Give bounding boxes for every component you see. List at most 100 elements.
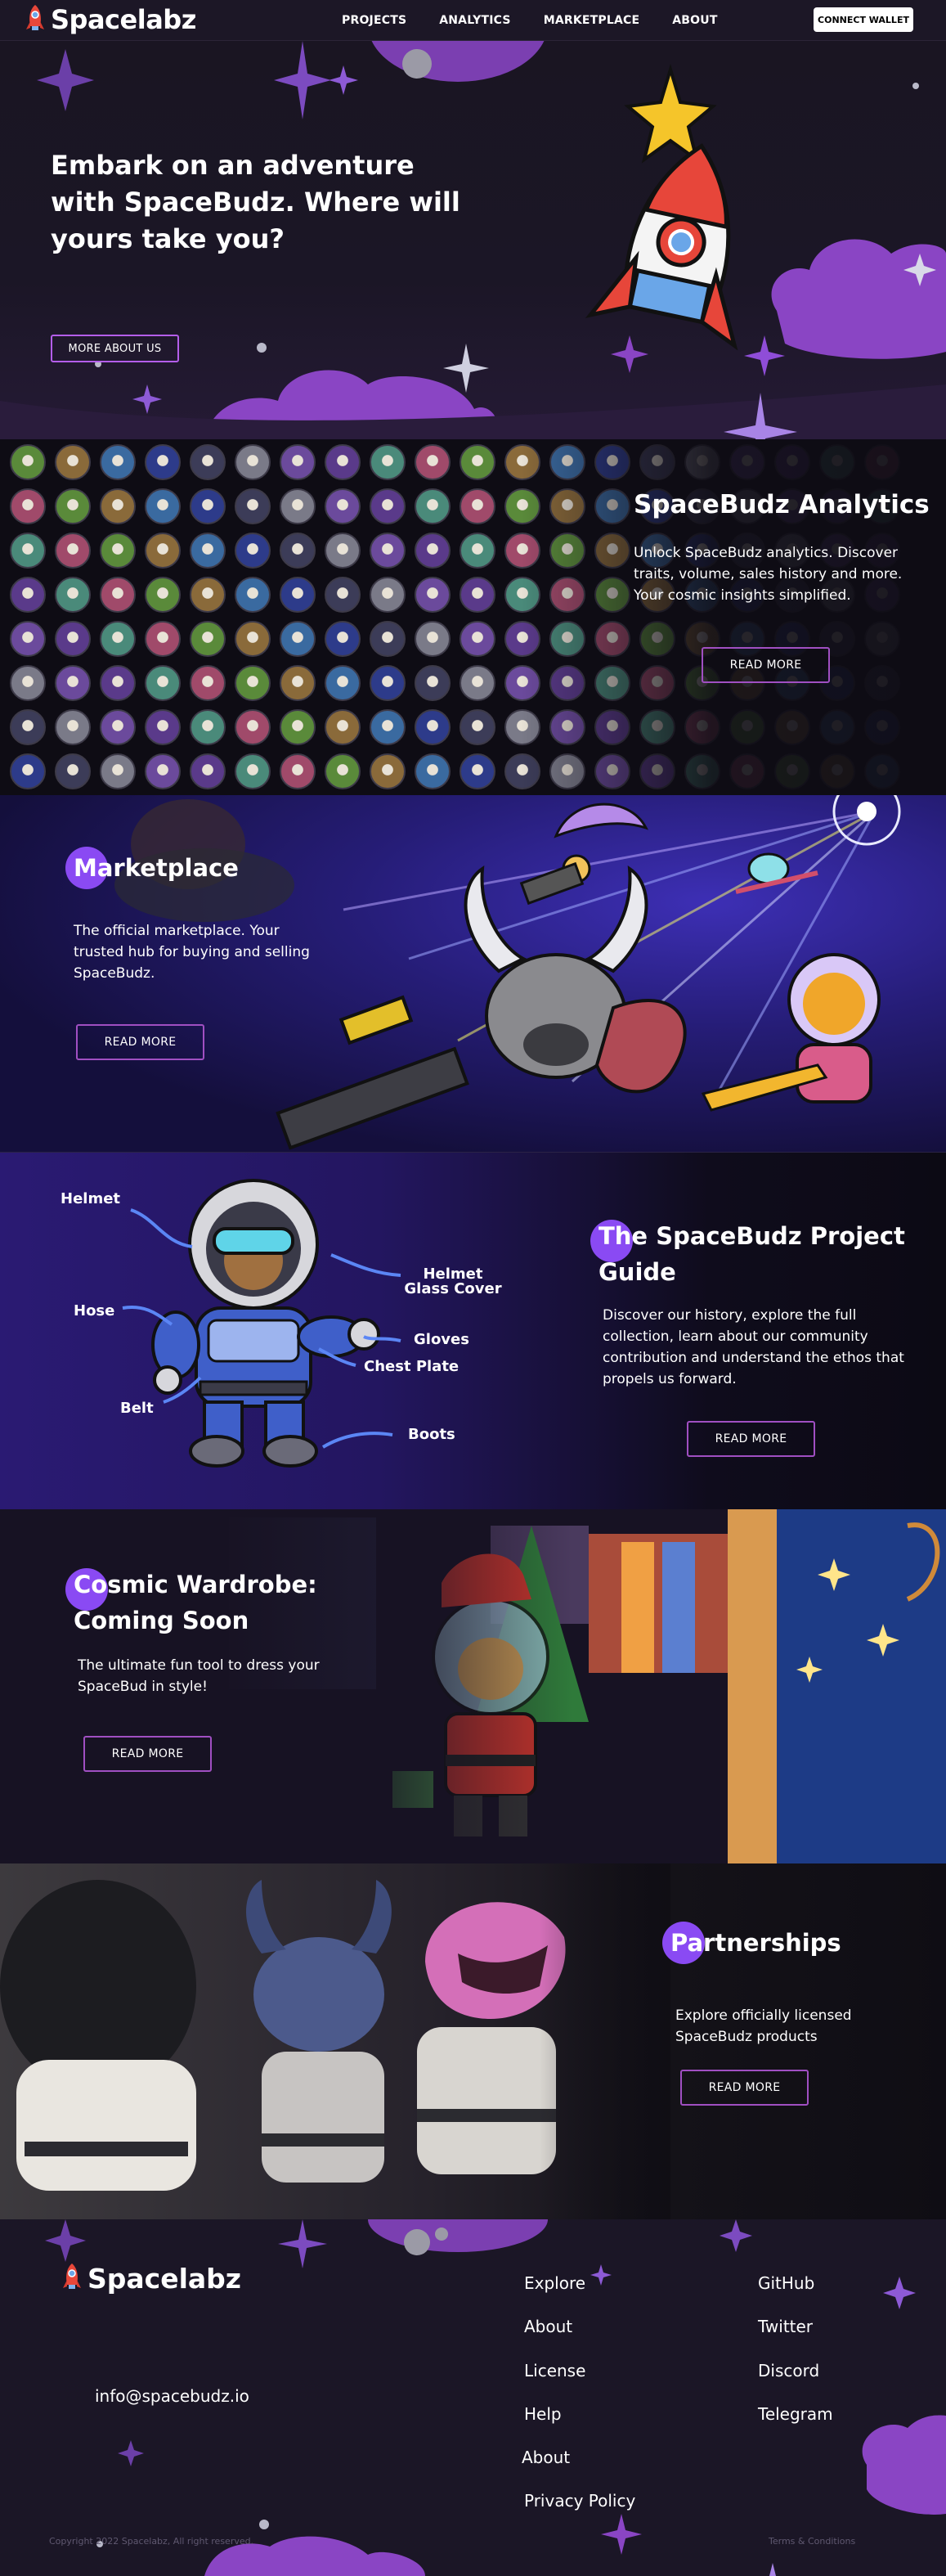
analytics-read-more-button[interactable]: READ MORE [702,647,830,683]
copyright-text: Copyright 2022 Spacelabz, All right rese… [49,2536,254,2547]
spacebud-avatar [145,753,181,789]
spacebud-avatar [100,709,136,745]
footer-link-discord[interactable]: Discord [758,2361,819,2380]
spacebud-avatar [100,533,136,569]
spacebud-avatar [190,444,226,480]
marketplace-body: The official marketplace. Your trusted h… [74,923,310,982]
analytics-body: Unlock SpaceBudz analytics. Discover tra… [634,545,903,604]
project-guide-read-more-button[interactable]: READ MORE [687,1421,815,1457]
footer-link-about[interactable]: About [524,2317,572,2336]
spacebud-avatar [415,709,451,745]
spacebud-avatar [235,665,271,701]
spacebud-avatar [460,665,495,701]
spacebud-avatar [325,488,361,524]
spacebud-avatar [370,533,406,569]
main-nav: PROJECTS ANALYTICS MARKETPLACE ABOUT [342,14,751,27]
spacebud-avatar [280,753,316,789]
spacebud-avatar [190,665,226,701]
footer-link-privacy-policy[interactable]: Privacy Policy [524,2491,635,2511]
footer-link-twitter[interactable]: Twitter [758,2317,813,2336]
spacebud-avatar [235,753,271,789]
spacebud-avatar [370,753,406,789]
spacebud-avatar [235,488,271,524]
spacebud-avatar [10,753,46,789]
spacebud-avatar [10,488,46,524]
marketplace-read-more-button[interactable]: READ MORE [76,1024,204,1060]
spacebud-avatar [325,753,361,789]
spacebud-avatar [55,753,91,789]
spacebud-avatar [370,621,406,657]
brand-logo[interactable]: Spacelabz [25,3,196,36]
spacebud-avatar [10,533,46,569]
hero-title: Embark on an adventure with SpaceBudz. W… [51,150,460,254]
footer-link-explore[interactable]: Explore [524,2273,585,2293]
label-helmet-glass-cover: Helmet Glass Cover [404,1266,502,1297]
spacebud-avatar [415,665,451,701]
spacebud-avatar [145,488,181,524]
spacebud-avatar [415,444,451,480]
wardrobe-title: Cosmic Wardrobe: Coming Soon [65,1567,343,1639]
spacebud-avatar [415,621,451,657]
wardrobe-read-more-button[interactable]: READ MORE [83,1736,212,1772]
spacebud-avatar [55,621,91,657]
spacebud-avatar [190,709,226,745]
spacebud-avatar [55,444,91,480]
spacebud-avatar [280,709,316,745]
footer-link-telegram[interactable]: Telegram [758,2404,833,2424]
spacebud-avatar [190,753,226,789]
spacebud-avatar [280,488,316,524]
spacebud-avatar [235,621,271,657]
spacebud-avatar [145,665,181,701]
spacebud-avatar [460,533,495,569]
spacebud-avatar [415,577,451,613]
wardrobe-body: The ultimate fun tool to dress your Spac… [78,1657,320,1695]
project-guide-title: The SpaceBudz Project Guide [590,1218,926,1290]
nav-about[interactable]: ABOUT [672,14,717,27]
footer-brand-name: Spacelabz [87,2262,242,2295]
spacebud-avatar [100,444,136,480]
spacebud-avatar [145,621,181,657]
spacebud-avatar [235,444,271,480]
footer-link-about-2[interactable]: About [522,2448,570,2467]
spacebud-avatar [55,577,91,613]
spacebud-avatar [325,533,361,569]
footer-link-license[interactable]: License [524,2361,585,2380]
footer-brand-logo[interactable]: Spacelabz [61,2262,241,2295]
footer-link-help[interactable]: Help [524,2404,562,2424]
spacebud-avatar [280,665,316,701]
terms-link[interactable]: Terms & Conditions [769,2536,855,2547]
spacebud-avatar [460,444,495,480]
spacebud-avatar [235,533,271,569]
spacebud-avatar [460,709,495,745]
spacebud-avatar [145,444,181,480]
spacebud-avatar [55,488,91,524]
spacebud-avatar [100,488,136,524]
nav-marketplace[interactable]: MARKETPLACE [544,14,640,27]
partnerships-section: Partnerships Explore officially licensed… [0,1863,946,2219]
spacebud-avatar [10,621,46,657]
spacebud-avatar [55,665,91,701]
contact-email[interactable]: info@spacebudz.io [95,2386,249,2406]
spacebud-avatar [460,577,495,613]
spacebud-avatar [325,444,361,480]
spacebud-avatar [145,709,181,745]
spacebud-avatar [460,753,495,789]
site-footer: Spacelabz info@spacebudz.io Explore Abou… [0,2219,946,2576]
spacebud-avatar [460,621,495,657]
partnerships-read-more-button[interactable]: READ MORE [680,2070,809,2106]
more-about-us-button[interactable]: MORE ABOUT US [51,335,179,362]
spacebud-avatar [190,488,226,524]
label-gloves: Gloves [414,1331,469,1348]
nav-projects[interactable]: PROJECTS [342,14,406,27]
nav-analytics[interactable]: ANALYTICS [439,14,510,27]
label-hose: Hose [74,1302,115,1319]
top-navbar: Spacelabz PROJECTS ANALYTICS MARKETPLACE… [0,0,946,41]
analytics-section: SpaceBudz Analytics Unlock SpaceBudz ana… [0,439,946,795]
spacebud-avatar [55,709,91,745]
spacebud-avatar [280,533,316,569]
footer-link-github[interactable]: GitHub [758,2273,814,2293]
spacebud-avatar [10,577,46,613]
connect-wallet-button[interactable]: CONNECT WALLET [814,7,913,32]
marketplace-section: Marketplace The official marketplace. Yo… [0,795,946,1152]
project-guide-section: Helmet Hose Belt Helmet Glass Cover Glov… [0,1152,946,1509]
